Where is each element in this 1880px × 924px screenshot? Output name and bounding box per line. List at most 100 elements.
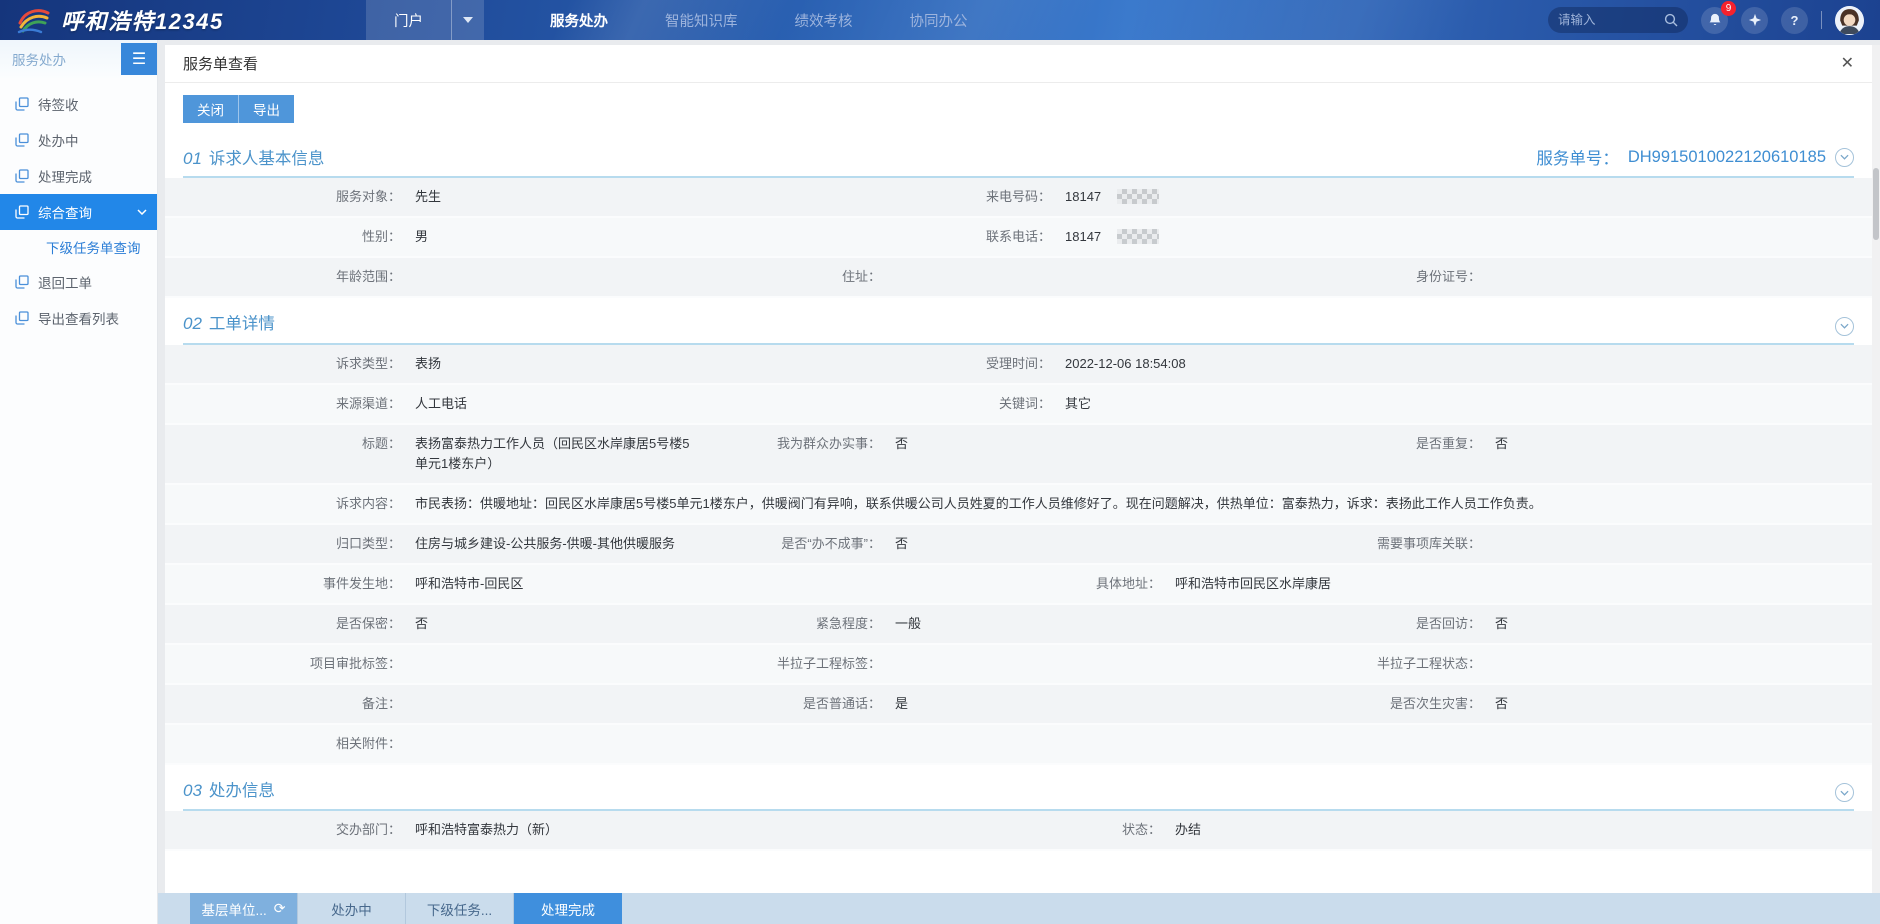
field-cannot-be-done-value: 否 <box>895 534 1245 554</box>
search-input[interactable] <box>1558 13 1664 27</box>
field-gender-value: 男 <box>415 227 865 247</box>
field-for-the-people-value: 否 <box>895 434 1245 454</box>
field-is-confidential-label: 是否保密： <box>165 614 415 634</box>
field-assign-department-label: 交办部门： <box>165 820 415 840</box>
section-number: 03 <box>183 781 202 801</box>
page-title: 服务单查看 <box>183 53 258 74</box>
tab-label: 下级任务... <box>427 899 492 919</box>
nav-service-handling[interactable]: 服务处办 <box>550 10 608 31</box>
field-title-value: 表扬富泰热力工作人员（回民区水岸康居5号楼5单元1楼东户） <box>415 434 715 474</box>
sidebar-item-label: 退回工单 <box>38 272 92 292</box>
sidebar-item-label: 处理完成 <box>38 166 92 186</box>
compass-icon <box>1748 13 1762 27</box>
app-title: 呼和浩特12345 <box>61 4 224 36</box>
sidebar-header: 服务处办 ☰ <box>0 40 157 78</box>
sidebar-subitem-label: 下级任务单查询 <box>46 237 141 257</box>
top-navigation-bar: 呼和浩特12345 门户 服务处办 智能知识库 绩效考核 协同办公 <box>0 0 1880 40</box>
tab-process-complete[interactable]: 处理完成 <box>514 893 622 924</box>
vertical-scrollbar <box>1872 45 1880 893</box>
service-order-number-label: 服务单号： <box>1536 145 1619 169</box>
caret-down-icon <box>463 17 473 23</box>
sidebar-item-completed[interactable]: 处理完成 <box>0 158 157 194</box>
form-row: 性别： 男 联系电话： 18147 <box>165 218 1872 258</box>
scrollbar-thumb[interactable] <box>1873 168 1879 240</box>
portal-label[interactable]: 门户 <box>366 0 452 40</box>
field-source-channel-value: 人工电话 <box>415 394 865 414</box>
panel-toolbar: 关闭 导出 <box>165 83 1872 133</box>
notification-badge: 9 <box>1721 1 1736 16</box>
section-1-body: 服务对象： 先生 来电号码： 18147 性别： 男 联系电话： 18147 年… <box>165 178 1872 298</box>
field-status-value: 办结 <box>1175 820 1872 840</box>
field-appeal-type-value: 表扬 <box>415 354 865 374</box>
service-order-number: 服务单号： DH9915010022120610185 <box>1536 145 1854 169</box>
portal-menu-button[interactable]: 门户 <box>366 0 484 40</box>
task-copy-icon <box>15 311 29 325</box>
service-order-view-panel: 服务单查看 ✕ 关闭 导出 01 诉求人基本信息 服务单号： DH9915010… <box>165 45 1872 893</box>
field-source-channel-label: 来源渠道： <box>165 394 415 414</box>
task-copy-icon <box>15 97 29 111</box>
portal-caret-button[interactable] <box>452 0 484 40</box>
help-button[interactable]: ? <box>1781 7 1808 34</box>
field-accept-time-label: 受理时间： <box>865 354 1065 374</box>
field-is-return-visit-label: 是否回访： <box>1245 614 1495 634</box>
nav-collaborative-office[interactable]: 协同办公 <box>910 10 968 31</box>
nav-performance-assessment[interactable]: 绩效考核 <box>795 10 853 31</box>
field-service-target-value: 先生 <box>415 187 865 207</box>
tab-processing[interactable]: 处办中 <box>298 893 406 924</box>
section-1-header: 01 诉求人基本信息 服务单号： DH9915010022120610185 <box>183 145 1854 178</box>
close-icon[interactable]: ✕ <box>1841 56 1854 72</box>
sidebar-subitem-subordinate-task-query[interactable]: 下级任务单查询 <box>0 230 157 264</box>
field-contact-phone-value: 18147 <box>1065 227 1872 247</box>
tab-label: 基层单位... <box>202 899 267 919</box>
section-collapse-button[interactable] <box>1835 783 1854 802</box>
close-button[interactable]: 关闭 <box>183 95 238 123</box>
sidebar-item-label: 处办中 <box>38 130 79 150</box>
section-number: 01 <box>183 149 202 169</box>
task-copy-icon <box>15 133 29 147</box>
task-copy-icon <box>15 205 29 219</box>
refresh-icon: ⟳ <box>274 900 286 917</box>
form-row: 年龄范围： 住址： 身份证号： <box>165 258 1872 298</box>
field-address-label: 住址： <box>715 267 895 287</box>
global-search[interactable] <box>1548 7 1688 33</box>
redacted-mosaic <box>1117 229 1159 244</box>
tab-subordinate-task[interactable]: 下级任务... <box>406 893 514 924</box>
primary-nav: 服务处办 智能知识库 绩效考核 协同办公 <box>550 10 968 31</box>
section-2-header: 02 工单详情 <box>183 310 1854 345</box>
field-remark-label: 备注： <box>165 694 415 714</box>
field-title-label: 标题： <box>165 434 415 454</box>
sidebar-collapse-button[interactable]: ☰ <box>121 43 157 75</box>
task-copy-icon <box>15 169 29 183</box>
compass-button[interactable] <box>1741 7 1768 34</box>
logo-swoosh-icon <box>16 6 52 34</box>
field-service-target-label: 服务对象： <box>165 187 415 207</box>
field-caller-number-value: 18147 <box>1065 187 1872 207</box>
form-row: 备注： 是否普通话： 是 是否次生灾害： 否 <box>165 685 1872 725</box>
field-caller-number-label: 来电号码： <box>865 187 1065 207</box>
sidebar-item-processing[interactable]: 处办中 <box>0 122 157 158</box>
export-button[interactable]: 导出 <box>238 95 294 123</box>
field-is-duplicate-value: 否 <box>1495 434 1872 454</box>
task-copy-icon <box>15 275 29 289</box>
form-row: 服务对象： 先生 来电号码： 18147 <box>165 178 1872 218</box>
section-title: 诉求人基本信息 <box>209 145 325 169</box>
sidebar-item-pending-sign[interactable]: 待签收 <box>0 86 157 122</box>
sidebar-item-comprehensive-query[interactable]: 综合查询 <box>0 194 157 230</box>
nav-knowledge-base[interactable]: 智能知识库 <box>665 10 738 31</box>
field-id-number-label: 身份证号： <box>1245 267 1495 287</box>
field-is-secondary-disaster-label: 是否次生灾害： <box>1245 694 1495 714</box>
section-title: 工单详情 <box>209 310 275 334</box>
sidebar-item-returned-orders[interactable]: 退回工单 <box>0 264 157 300</box>
field-gender-label: 性别： <box>165 227 415 247</box>
section-collapse-button[interactable] <box>1835 148 1854 167</box>
field-accept-time-value: 2022-12-06 18:54:08 <box>1065 354 1872 374</box>
field-urgency-label: 紧急程度： <box>715 614 895 634</box>
section-collapse-button[interactable] <box>1835 317 1854 336</box>
tab-grassroots-unit[interactable]: 基层单位... ⟳ <box>190 893 298 924</box>
left-sidebar: 服务处办 ☰ 待签收 处办中 处理完成 综合查询 下级任务单查询 退回工单 <box>0 40 158 924</box>
field-project-approval-tag-label: 项目审批标签： <box>165 654 415 674</box>
sidebar-item-export-list[interactable]: 导出查看列表 <box>0 300 157 336</box>
notifications-button[interactable]: 9 <box>1701 7 1728 34</box>
form-row: 事件发生地： 呼和浩特市-回民区 具体地址： 呼和浩特市回民区水岸康居 <box>165 565 1872 605</box>
user-avatar[interactable] <box>1835 6 1864 35</box>
